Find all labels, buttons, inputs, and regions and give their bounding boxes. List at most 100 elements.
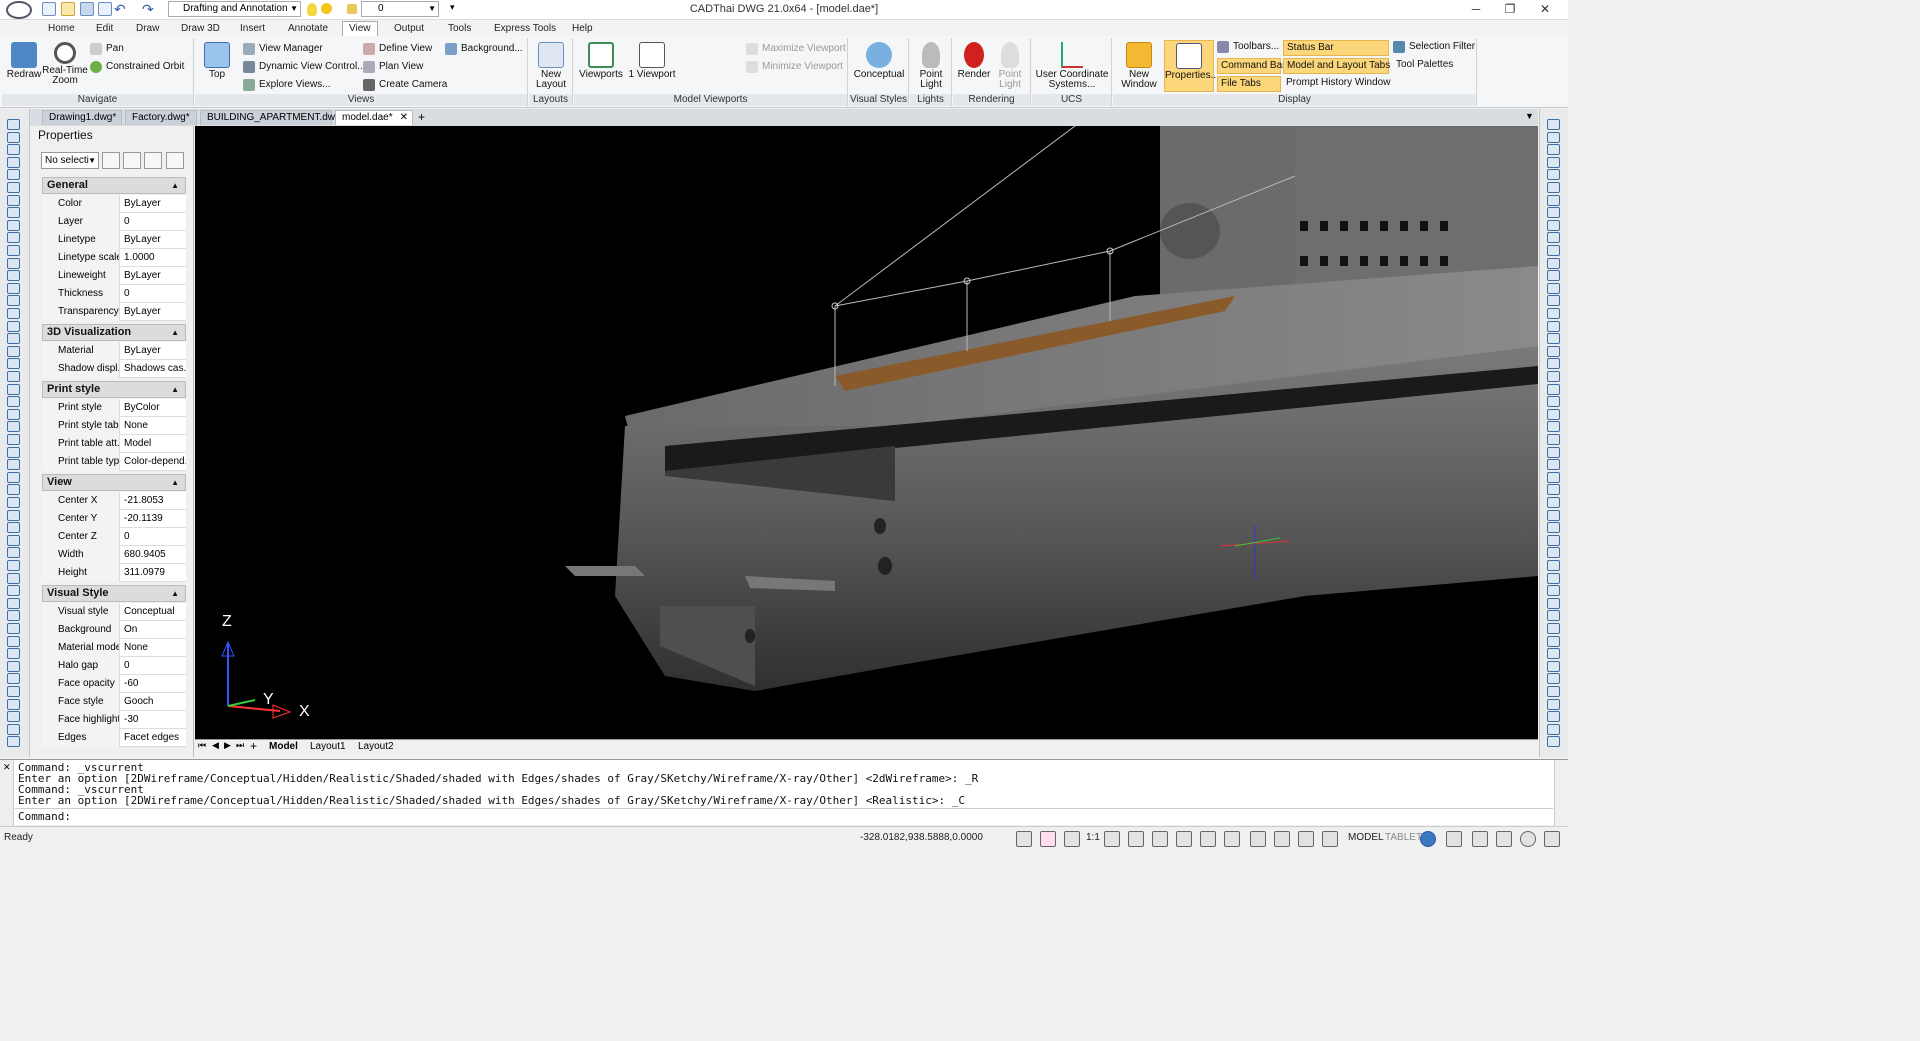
tool-icon[interactable] (1547, 245, 1560, 256)
tool-icon[interactable] (7, 736, 20, 748)
tool-icon[interactable] (7, 660, 20, 672)
property-row[interactable]: Halo gap 0 (42, 657, 186, 675)
property-row[interactable]: Face style Gooch (42, 693, 186, 711)
tab-draw[interactable]: Draw (130, 22, 165, 36)
prev-tab-icon[interactable]: ◀ (212, 740, 219, 751)
gizmo-icon[interactable] (1040, 831, 1056, 847)
close-icon[interactable]: ✕ (3, 762, 11, 773)
viewports-button[interactable]: Viewports (578, 42, 624, 80)
define-view-button[interactable]: Define View (363, 42, 432, 56)
tool-icon[interactable] (7, 182, 20, 193)
property-row[interactable]: Edges Facet edges (42, 729, 186, 747)
isolate-objects-icon[interactable] (1446, 831, 1462, 847)
close-icon[interactable]: ✕ (1530, 1, 1560, 18)
property-row[interactable]: Visual style Conceptual (42, 603, 186, 621)
tool-icon[interactable] (7, 585, 20, 597)
property-row[interactable]: Color ByLayer (42, 195, 186, 213)
property-value[interactable]: Model (124, 435, 186, 453)
point-light-button[interactable]: Point Light (912, 42, 950, 90)
tool-icon[interactable] (1547, 509, 1560, 521)
auto-scale-icon[interactable] (1128, 831, 1144, 847)
collapse-icon[interactable]: ▲ (171, 586, 179, 601)
menu-icon[interactable] (1544, 831, 1560, 847)
view-manager-button[interactable]: View Manager (243, 42, 323, 56)
property-row[interactable]: Transparency ByLayer (42, 303, 186, 321)
property-value[interactable]: -30 (124, 711, 186, 729)
tool-icon[interactable] (1547, 408, 1560, 420)
tab-menu-icon[interactable]: ▼ (1525, 111, 1534, 121)
command-input-row[interactable]: Command: (15, 808, 1553, 824)
minimize-viewport-button[interactable]: Minimize Viewport (746, 60, 843, 74)
tool-icon[interactable] (7, 648, 20, 660)
tool-icon[interactable] (7, 383, 20, 395)
file-tab[interactable]: Drawing1.dwg* (42, 110, 122, 125)
tool-icon[interactable] (7, 484, 20, 496)
minimize-icon[interactable]: ─ (1461, 1, 1491, 18)
property-value[interactable]: 0 (124, 657, 186, 675)
property-value[interactable]: Facet edges (124, 729, 186, 747)
property-value[interactable]: Conceptual (124, 603, 186, 621)
property-row[interactable]: Print table att... Model (42, 435, 186, 453)
property-row[interactable]: Print table type Color-depend... (42, 453, 186, 471)
pan-button[interactable]: Pan (90, 42, 124, 56)
tool-icon[interactable] (1547, 698, 1560, 710)
property-row[interactable]: Face opacity -60 (42, 675, 186, 693)
property-value[interactable]: 1.0000 (124, 249, 186, 267)
tool-icon[interactable] (1547, 295, 1560, 307)
top-view-button[interactable]: Top (199, 42, 235, 80)
property-value[interactable]: 0 (124, 213, 186, 231)
tool-icon[interactable] (7, 270, 20, 282)
tool-icon[interactable] (1547, 497, 1560, 508)
tool-icon[interactable] (7, 169, 20, 181)
settings-gear-icon[interactable] (1420, 831, 1436, 847)
selection-select[interactable]: No selecti ▼ (41, 152, 99, 169)
add-tab-icon[interactable]: + (418, 110, 425, 124)
tool-icon[interactable] (1547, 660, 1560, 672)
tool-icon[interactable] (1547, 182, 1560, 193)
tool-icon[interactable] (1547, 434, 1560, 445)
tool-icon[interactable] (1547, 156, 1560, 168)
tool-icon[interactable] (7, 711, 20, 723)
tool-icon[interactable] (1547, 396, 1560, 408)
collapse-icon[interactable]: ▲ (171, 475, 179, 490)
property-value[interactable]: Color-depend... (124, 453, 186, 471)
tool-icon[interactable] (1547, 169, 1560, 181)
tool-icon[interactable] (7, 358, 20, 370)
tool-icon[interactable] (1547, 635, 1560, 647)
tool-icon[interactable] (1547, 207, 1560, 219)
tool-icon[interactable] (1547, 371, 1560, 382)
collapse-icon[interactable]: ▲ (171, 382, 179, 397)
tool-icon[interactable] (1547, 282, 1560, 294)
property-value[interactable]: 0 (124, 528, 186, 546)
windows-icon[interactable] (1496, 831, 1512, 847)
tool-icon[interactable] (7, 471, 20, 483)
tool-icon[interactable] (7, 434, 20, 445)
tool-icon[interactable] (7, 131, 20, 143)
tool-icon[interactable] (7, 635, 20, 647)
tool-icon[interactable] (1547, 446, 1560, 458)
background-button[interactable]: Background... (445, 42, 523, 56)
tool-icon[interactable] (7, 446, 20, 458)
filter-icon[interactable] (166, 152, 184, 169)
tool-icon[interactable] (7, 560, 20, 571)
tool-icon[interactable] (7, 698, 20, 710)
property-value[interactable]: -21.8053 (124, 492, 186, 510)
tool-icon[interactable] (1547, 610, 1560, 622)
explore-views-button[interactable]: Explore Views... (243, 78, 331, 92)
tool-icon[interactable] (1547, 572, 1560, 584)
tool-icon[interactable] (7, 345, 20, 357)
file-tabs-toggle[interactable]: File Tabs (1217, 76, 1281, 92)
property-value[interactable]: ByLayer (124, 267, 186, 285)
properties-section-header[interactable]: View ▲ (42, 474, 186, 491)
properties-section-header[interactable]: Visual Style ▲ (42, 585, 186, 602)
property-row[interactable]: Linetype scale 1.0000 (42, 249, 186, 267)
tool-icon[interactable] (1547, 333, 1560, 345)
new-window-button[interactable]: New Window (1116, 42, 1162, 90)
tool-icon[interactable] (7, 320, 20, 332)
property-value[interactable]: 311.0979 (124, 564, 186, 582)
selection-filter-button[interactable]: Selection Filter (1393, 40, 1475, 54)
tool-icon[interactable] (1547, 648, 1560, 660)
tool-icon[interactable] (1547, 232, 1560, 244)
new-layout-button[interactable]: New Layout (532, 42, 570, 90)
tool-icon[interactable] (1547, 219, 1560, 231)
